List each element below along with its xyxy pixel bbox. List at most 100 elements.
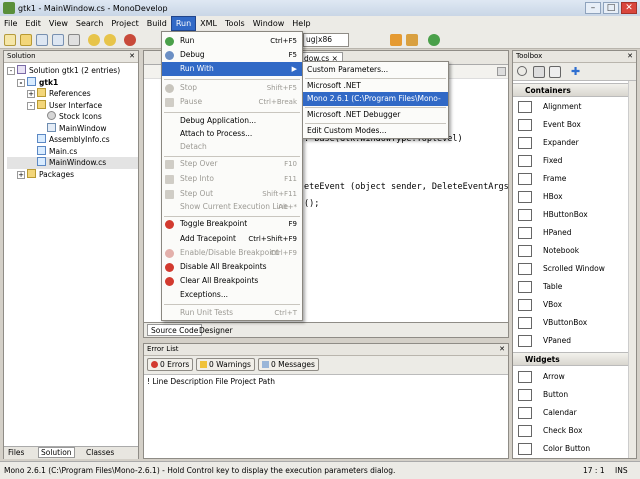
menu-item-step-out[interactable]: Step Out Shift+F11 — [162, 187, 302, 201]
toolbox-item[interactable]: Notebook — [513, 242, 628, 260]
menu-run[interactable]: Run — [170, 16, 197, 31]
tab-source-code[interactable]: Source Code — [147, 324, 203, 336]
toolbox-scrollbar[interactable] — [628, 81, 636, 458]
menu-item-step-over[interactable]: Step Over F10 — [162, 157, 302, 171]
toolbox-item[interactable]: Button — [513, 386, 628, 404]
toolbox-item[interactable]: Check Box — [513, 422, 628, 440]
menu-item-stop[interactable]: Stop Shift+F5 — [162, 81, 302, 95]
toolbox-item[interactable]: VButtonBox — [513, 314, 628, 332]
menu-build[interactable]: Build — [143, 17, 171, 30]
toolbox-item[interactable]: Expander — [513, 134, 628, 152]
toolbox-item[interactable]: VBox — [513, 296, 628, 314]
toolbox-item[interactable]: Fixed — [513, 152, 628, 170]
toolbox-item[interactable]: VPaned — [513, 332, 628, 350]
menu-item-run-unit-tests[interactable]: Run Unit Tests Ctrl+T — [162, 306, 302, 320]
tab-solution[interactable]: Solution — [38, 447, 75, 458]
close-button[interactable]: ✕ — [621, 2, 637, 14]
new-file-icon[interactable] — [4, 34, 16, 46]
vpaned-icon — [518, 335, 532, 347]
tree-item-references[interactable]: + References — [7, 88, 138, 100]
tree-item-assemblyinfo[interactable]: AssemblyInfo.cs — [7, 134, 138, 146]
menu-item-disable-all-breakpoints[interactable]: Disable All Breakpoints — [162, 260, 302, 274]
rebuild-icon[interactable] — [406, 34, 418, 46]
tree-item-user-interface[interactable]: - User Interface — [7, 99, 138, 112]
close-error-list-icon[interactable]: ✕ — [499, 344, 505, 355]
cut-icon[interactable] — [124, 34, 136, 46]
menu-item-pause[interactable]: Pause Ctrl+Break — [162, 95, 302, 109]
tab-designer[interactable]: Designer — [199, 325, 233, 336]
submenu-item-mono[interactable]: Mono 2.6.1 (C:\Program Files\Mono-2.6.1) — [303, 92, 448, 117]
close-toolbox-icon[interactable]: ✕ — [627, 51, 633, 62]
menu-window[interactable]: Window — [249, 17, 289, 30]
toolbox-section-widgets[interactable]: Widgets — [513, 352, 628, 366]
toolbox-item[interactable]: HBox — [513, 188, 628, 206]
toolbox-item[interactable]: Alignment — [513, 98, 628, 116]
messages-toggle-button[interactable]: 0 Messages — [258, 358, 319, 371]
run-icon[interactable] — [428, 34, 440, 46]
toolbox-item[interactable]: Event Box — [513, 116, 628, 134]
menu-search[interactable]: Search — [72, 17, 107, 30]
menu-item-run[interactable]: Run Ctrl+F5 — [162, 34, 302, 48]
toolbox-category-icon[interactable] — [549, 66, 561, 78]
tab-files[interactable]: Files — [8, 448, 24, 457]
message-icon — [262, 361, 269, 368]
menu-item-debug[interactable]: Debug F5 — [162, 48, 302, 62]
configuration-combo[interactable]: ug|x86 — [303, 33, 349, 47]
menu-item-step-into[interactable]: Step Into F11 — [162, 172, 302, 186]
warnings-toggle-button[interactable]: 0 Warnings — [196, 358, 255, 371]
menu-tools[interactable]: Tools — [221, 17, 249, 30]
toolbox-item[interactable]: Arrow — [513, 368, 628, 386]
tree-item-mainwindow[interactable]: MainWindow — [7, 122, 138, 135]
save-all-icon[interactable] — [52, 34, 64, 46]
menu-project[interactable]: Project — [107, 17, 142, 30]
toolbox-add-icon[interactable]: ✚ — [571, 66, 583, 78]
menu-view[interactable]: View — [45, 17, 72, 30]
menu-item-attach-to-process[interactable]: Attach to Process... — [162, 127, 302, 141]
tree-item-main-cs[interactable]: Main.cs — [7, 145, 138, 158]
redo-icon[interactable] — [104, 34, 116, 46]
toolbox-item[interactable]: Table — [513, 278, 628, 296]
build-icon[interactable] — [390, 34, 402, 46]
menu-item-clear-all-breakpoints[interactable]: Clear All Breakpoints — [162, 274, 302, 288]
toolbox-item[interactable]: Frame — [513, 170, 628, 188]
menu-item-add-tracepoint[interactable]: Add Tracepoint Ctrl+Shift+F9 — [162, 232, 302, 246]
submenu-item-net-debugger[interactable]: Microsoft .NET Debugger — [303, 108, 448, 122]
maximize-button[interactable]: □ — [603, 2, 619, 14]
toolbox-search-icon[interactable] — [517, 66, 527, 76]
menu-item-detach[interactable]: Detach — [162, 140, 302, 154]
errors-toggle-button[interactable]: 0 Errors — [147, 358, 194, 371]
tree-item-solution[interactable]: - Solution gtk1 (2 entries) — [7, 65, 138, 77]
toolbox-item[interactable]: Calendar — [513, 404, 628, 422]
menu-file[interactable]: File — [0, 17, 21, 30]
print-icon[interactable] — [68, 34, 80, 46]
save-icon[interactable] — [36, 34, 48, 46]
menu-item-show-current-line[interactable]: Show Current Execution Line Alt+* — [162, 200, 302, 214]
expand-editor-icon[interactable] — [497, 67, 506, 76]
tree-item-project[interactable]: - gtk1 — [7, 76, 138, 89]
menu-item-toggle-breakpoint[interactable]: Toggle Breakpoint F9 — [162, 217, 302, 231]
open-folder-icon[interactable] — [20, 34, 32, 46]
submenu-item-custom-parameters[interactable]: Custom Parameters... — [303, 63, 448, 77]
tab-classes[interactable]: Classes — [86, 448, 114, 457]
undo-icon[interactable] — [88, 34, 100, 46]
toolbox-item[interactable]: HButtonBox — [513, 206, 628, 224]
toolbox-item[interactable]: HPaned — [513, 224, 628, 242]
menu-item-debug-application[interactable]: Debug Application... — [162, 114, 302, 128]
submenu-item-edit-custom-modes[interactable]: Edit Custom Modes... — [303, 124, 448, 138]
minimize-button[interactable]: – — [585, 2, 601, 14]
menu-item-exceptions[interactable]: Exceptions... — [162, 288, 302, 302]
toolbox-section-containers[interactable]: Containers — [513, 83, 628, 97]
close-panel-icon[interactable]: ✕ — [129, 51, 135, 62]
menu-edit[interactable]: Edit — [21, 17, 45, 30]
menu-xml[interactable]: XML — [196, 17, 221, 30]
menu-help[interactable]: Help — [288, 17, 314, 30]
tree-item-stock-icons[interactable]: Stock Icons — [7, 111, 138, 123]
menu-item-run-with[interactable]: Run With ▶ — [162, 62, 302, 76]
submenu-item-microsoft-net[interactable]: Microsoft .NET — [303, 79, 448, 93]
toolbox-item[interactable]: Color Button — [513, 440, 628, 458]
menu-item-enable-disable-breakpoint[interactable]: Enable/Disable Breakpoint Ctrl+F9 — [162, 246, 302, 260]
toolbox-list-view-icon[interactable] — [533, 66, 545, 78]
tree-item-mainwindow-cs[interactable]: MainWindow.cs — [7, 157, 138, 169]
tree-item-packages[interactable]: + Packages — [7, 168, 138, 181]
toolbox-item[interactable]: Scrolled Window — [513, 260, 628, 278]
